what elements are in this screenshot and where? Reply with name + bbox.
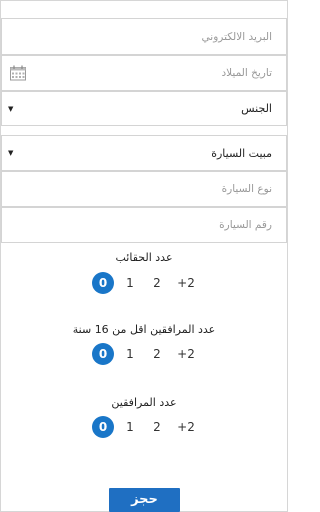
bags-option-2[interactable]: 2 (149, 272, 165, 294)
car-parking-select[interactable]: مبيت السيارة ▼ (1, 135, 287, 171)
car-type-placeholder: نوع السيارة (221, 183, 272, 195)
bags-title: عدد الحقائب (115, 251, 173, 264)
companions-title: عدد المرافقين (111, 396, 177, 409)
caret-down-icon: ▼ (8, 149, 14, 157)
bags-option-1[interactable]: 1 (122, 272, 138, 294)
bags-option-more[interactable]: +2 (174, 272, 198, 294)
email-placeholder: البريد الالكتروني (201, 30, 272, 43)
car-number-placeholder: رقم السيارة (219, 219, 272, 231)
car-number-field[interactable]: رقم السيارة (1, 207, 287, 243)
companions-under16-option-0[interactable]: 0 (92, 343, 114, 365)
companions-option-more[interactable]: +2 (174, 416, 198, 438)
companions-option-1[interactable]: 1 (122, 416, 138, 438)
companions-option-2[interactable]: 2 (149, 416, 165, 438)
calendar-icon[interactable] (10, 65, 26, 81)
companions-under16-option-1[interactable]: 1 (122, 343, 138, 365)
companions-option-0[interactable]: 0 (92, 416, 114, 438)
email-field[interactable]: البريد الالكتروني (1, 18, 287, 55)
car-parking-value: مبيت السيارة (211, 146, 272, 160)
companions-under16-option-more[interactable]: +2 (174, 343, 198, 365)
gender-value: الجنس (241, 102, 272, 115)
book-button[interactable]: حجز (109, 488, 180, 512)
birthdate-field[interactable]: تاريخ الميلاد (1, 55, 287, 91)
birthdate-placeholder: تاريخ الميلاد (221, 67, 272, 79)
companions-under16-option-2[interactable]: 2 (149, 343, 165, 365)
gender-select[interactable]: الجنس ▼ (1, 91, 287, 126)
bags-counter: 0 1 2 +2 (90, 272, 200, 294)
bags-option-0[interactable]: 0 (92, 272, 114, 294)
caret-down-icon: ▼ (8, 104, 14, 113)
companions-under16-title: عدد المرافقين اقل من 16 سنة (72, 323, 216, 336)
companions-under16-counter: 0 1 2 +2 (90, 343, 200, 365)
companions-counter: 0 1 2 +2 (90, 416, 200, 438)
car-type-field[interactable]: نوع السيارة (1, 171, 287, 207)
